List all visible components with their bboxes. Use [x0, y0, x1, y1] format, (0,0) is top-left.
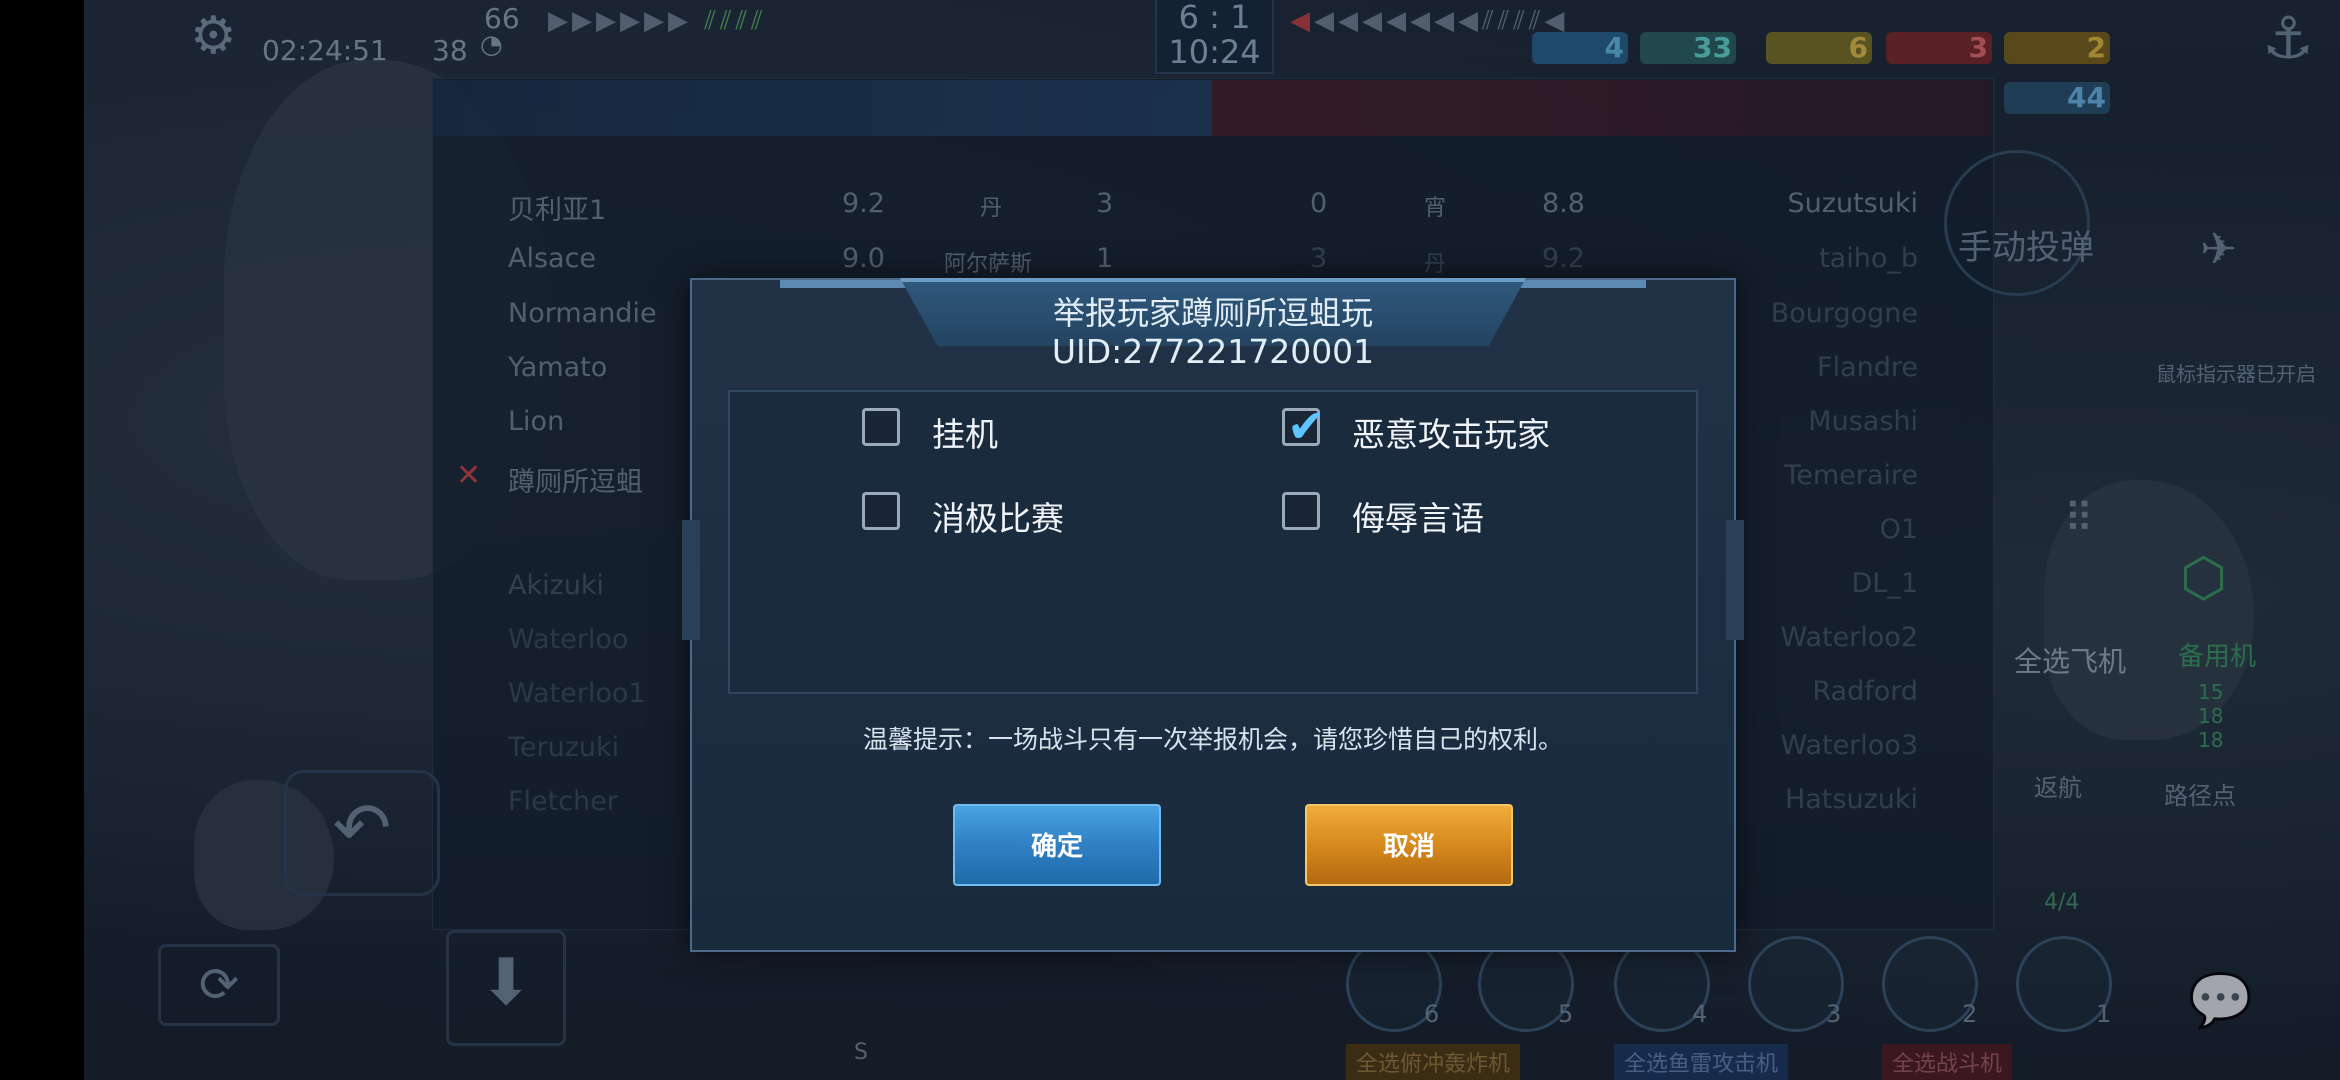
- option-checkbox-insulting-language[interactable]: [1282, 492, 1320, 530]
- reported-uid: UID:277221720001: [1051, 332, 1375, 371]
- report-dialog: 举报玩家蹲厕所逗蛆玩 UID:277221720001 挂机 恶意攻击玩家 消极…: [682, 278, 1744, 952]
- option-label-insulting-language[interactable]: 侮辱言语: [1352, 492, 1484, 540]
- report-tip: 温馨提示：一场战斗只有一次举报机会，请您珍惜自己的权利。: [862, 725, 1563, 754]
- option-checkbox-malicious-attack[interactable]: [1282, 399, 1326, 453]
- option-label-passive-play[interactable]: 消极比赛: [932, 492, 1064, 540]
- letterbox-left: [0, 0, 84, 1080]
- dialog-notch: [682, 520, 700, 640]
- option-checkbox-passive-play[interactable]: [862, 492, 900, 530]
- dialog-notch: [1726, 520, 1744, 640]
- option-label-afk[interactable]: 挂机: [932, 408, 998, 456]
- confirm-button[interactable]: 确定: [953, 804, 1161, 886]
- cancel-button[interactable]: 取消: [1305, 804, 1513, 886]
- option-label-malicious-attack[interactable]: 恶意攻击玩家: [1352, 408, 1550, 456]
- dialog-title: 举报玩家蹲厕所逗蛆玩: [1052, 294, 1373, 332]
- option-checkbox-afk[interactable]: [862, 408, 900, 446]
